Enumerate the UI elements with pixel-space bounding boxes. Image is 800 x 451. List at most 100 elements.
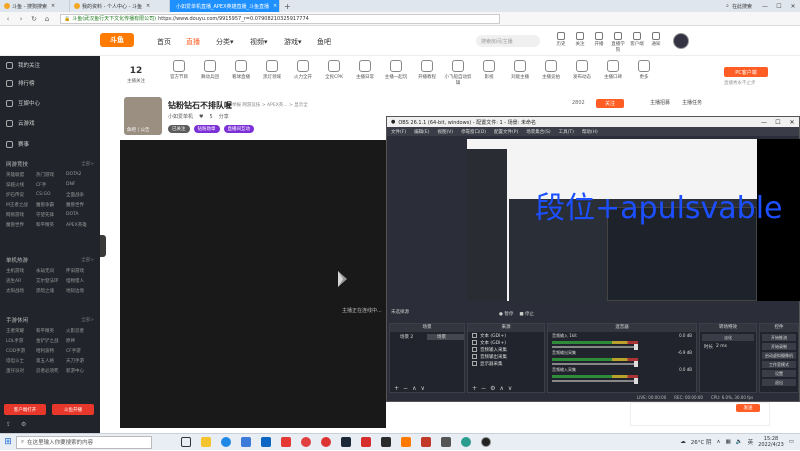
sidebar-link[interactable]: 塔坦斗士 [6, 358, 36, 364]
settings-button[interactable]: 设置 [762, 370, 796, 377]
sidebar-group-title[interactable]: 单机热游 全部> [6, 256, 94, 264]
move-down-icon[interactable]: ∨ [420, 385, 424, 392]
sidebar-item-following[interactable]: 我的关注 [0, 58, 100, 72]
follow-button[interactable]: 关注 [596, 99, 624, 108]
start-recording-button[interactable]: 开始录制 [762, 343, 796, 350]
system-clock[interactable]: 15:28 2022/4/23 [758, 436, 784, 448]
open-client-button[interactable]: 客户端打开 [4, 404, 46, 415]
sidebar-link[interactable]: M王者之战 [6, 202, 36, 208]
sidebar-link[interactable]: 和平精英 [36, 222, 66, 228]
source-item[interactable]: 音频输出采集 [468, 353, 544, 360]
app-icon-vpn[interactable] [436, 434, 456, 451]
sidebar-link[interactable]: DOTA [66, 212, 96, 218]
scene-item[interactable]: 场景 2 [390, 334, 427, 340]
tab-close-icon[interactable]: × [146, 3, 150, 9]
windows-start-icon[interactable]: ⊞ [0, 434, 16, 451]
input-language[interactable]: 英 [748, 438, 754, 446]
app-icon-mail[interactable] [256, 434, 276, 451]
virtual-camera-button[interactable]: 启动虚拟摄像机 [762, 352, 796, 359]
broadcast-icon[interactable]: 开播 [591, 32, 607, 47]
maximize-icon[interactable]: ☐ [771, 119, 785, 126]
start-streaming-button[interactable]: 开始推流 [762, 334, 796, 341]
site-search-input[interactable]: 搜索房间/主播 [476, 35, 540, 47]
sidebar-link[interactable]: LOL手游 [6, 338, 36, 344]
browser-tab-douyu-live[interactable]: 小如爱单机直播_APEX英雄直播_斗鱼直播 × [170, 0, 280, 12]
stop-button[interactable]: ■ 停止 [519, 311, 534, 317]
source-item[interactable]: 显示器采集 [468, 360, 544, 367]
app-icon-edge[interactable] [216, 434, 236, 451]
sidebar-link[interactable]: 第五人格 [36, 358, 66, 364]
sidebar-link[interactable]: 逃生AR [6, 278, 36, 284]
reload-icon[interactable]: ↻ [30, 15, 38, 23]
home-icon[interactable]: ⌂ [43, 15, 51, 23]
app-icon-sogou[interactable] [296, 434, 316, 451]
scene-item-selected[interactable]: 场景 [427, 333, 464, 340]
obs-preview[interactable]: 段位+apulsvable [467, 139, 800, 301]
app-icon-store[interactable] [236, 434, 256, 451]
gear-icon[interactable]: ⚙ [490, 385, 495, 392]
nav-video[interactable]: 视频▾ [250, 37, 268, 47]
notification-icon[interactable]: 通知 [648, 32, 664, 47]
settings-icon[interactable]: ⚙ [21, 421, 26, 428]
sidebar-link[interactable]: 网易游戏 [6, 212, 36, 218]
sidebar-link[interactable]: CF手游 [66, 348, 96, 354]
close-icon[interactable]: ✕ [785, 119, 799, 126]
new-tab-icon[interactable]: + [280, 2, 295, 11]
sidebar-collapse-handle[interactable] [100, 235, 106, 257]
sidebar-link[interactable]: 魔兽争霸 [36, 202, 66, 208]
app-icon-s[interactable] [356, 434, 376, 451]
browser-search-shortcut[interactable]: ⌕ 在此搜索 [726, 1, 752, 11]
slider-handle[interactable] [634, 378, 638, 384]
sidebar-link[interactable]: 怀旧游戏 [66, 268, 96, 274]
sidebar-link[interactable]: 火影忍者 [66, 328, 96, 334]
tab-host-recruit[interactable]: 主播招募 [650, 99, 670, 106]
douyu-logo[interactable]: 斗鱼 [100, 33, 134, 47]
sidebar-link[interactable]: DNF [66, 182, 96, 188]
notification-icon[interactable]: ▭ [789, 439, 794, 445]
room-thumbnail[interactable]: 魚吧丨公告 [124, 97, 162, 135]
sidebar-link[interactable]: 永劫无间 [36, 268, 66, 274]
category-item[interactable]: 看球直播 [226, 60, 256, 80]
sidebar-link[interactable]: COD手游 [6, 348, 36, 354]
maximize-icon[interactable]: ☐ [772, 0, 786, 12]
volume-slider[interactable] [552, 361, 638, 367]
tab-close-icon[interactable]: × [51, 3, 55, 9]
weather-text[interactable]: 26°C 阴 [691, 438, 712, 446]
sidebar-link[interactable]: 王者荣耀 [6, 328, 36, 334]
category-item[interactable]: 黑灯领域 [257, 60, 287, 80]
back-icon[interactable]: ‹ [4, 15, 12, 23]
pc-client-button[interactable]: PC客户端 [724, 67, 768, 77]
source-item[interactable]: 文本 (GDI+) [468, 339, 544, 346]
category-item[interactable]: 主播日常 [350, 60, 380, 80]
app-icon-browser[interactable] [456, 434, 476, 451]
menu-docks[interactable]: 停靠窗口(D) [461, 129, 486, 135]
app-icon-steam[interactable] [336, 434, 356, 451]
sidebar-link[interactable]: 忍者必须死 [36, 368, 66, 374]
tab-host-task[interactable]: 主播任务 [682, 99, 702, 106]
sidebar-link[interactable]: 穿越火线 [6, 182, 36, 188]
sidebar-link[interactable]: 英雄联盟 [6, 172, 36, 178]
volume-icon[interactable]: 🔈 [736, 439, 743, 445]
sidebar-link[interactable]: 新游中心 [66, 368, 96, 374]
studio-mode-button[interactable]: 工作室模式 [762, 361, 796, 368]
nav-game[interactable]: 游戏▾ [284, 37, 302, 47]
sidebar-link[interactable]: 艾尔登法环 [36, 278, 66, 284]
move-up-icon[interactable]: ∧ [499, 385, 503, 392]
move-down-icon[interactable]: ∨ [508, 385, 512, 392]
sidebar-link[interactable]: 黑暗之魂 [36, 288, 66, 294]
sidebar-link[interactable]: 魔兽世界 [66, 202, 96, 208]
like-icon[interactable]: ♥ [199, 114, 203, 120]
app-icon-chrome[interactable] [316, 434, 336, 451]
sidebar-link[interactable]: 怪物猎人 [66, 278, 96, 284]
menu-file[interactable]: 文件(F) [391, 129, 406, 135]
sidebar-link[interactable]: 魔兽世界 [6, 222, 36, 228]
nav-category[interactable]: 分类▾ [216, 37, 234, 47]
volume-slider[interactable] [552, 378, 638, 384]
category-item[interactable]: 开播教程 [412, 60, 442, 80]
tab-close-icon[interactable]: × [273, 3, 277, 9]
menu-tools[interactable]: 工具(T) [559, 129, 574, 135]
category-item[interactable]: 主播一起玩 [381, 60, 411, 80]
category-item[interactable]: 火力全开 [288, 60, 318, 80]
task-view-icon[interactable] [176, 434, 196, 451]
minimize-icon[interactable]: — [758, 0, 772, 12]
